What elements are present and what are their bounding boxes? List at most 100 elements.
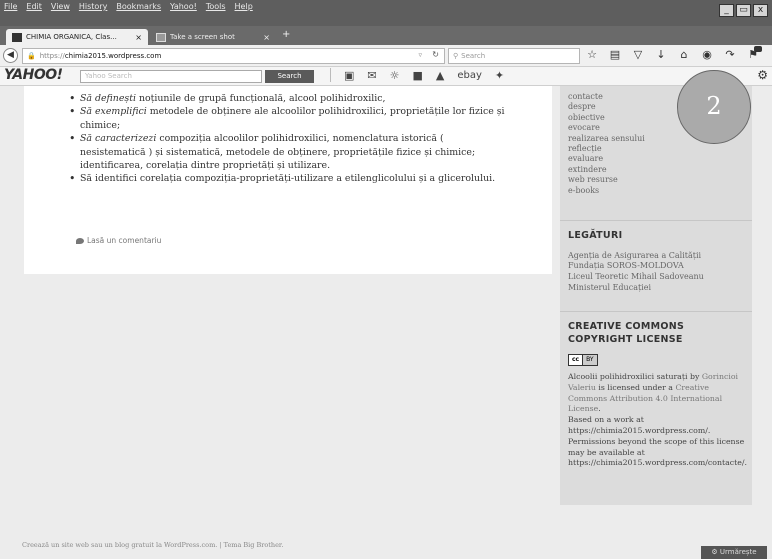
yahoo-logo[interactable]: YAHOO! [4,67,63,83]
download-icon[interactable]: ↓ [655,48,667,62]
cc-logo-icon: cc [569,355,584,365]
menu-help[interactable]: Help [235,2,253,11]
gear-icon[interactable]: ⚙ [757,68,768,82]
pocket-icon[interactable]: ▽ [632,48,644,62]
sidebar-link-web-resurse[interactable]: web resurse [568,175,748,185]
menu-file[interactable]: File [4,2,17,11]
links-list: Agenția de Asigurarea a Calității Fundaț… [568,251,748,294]
list-item: Să exemplifici metodele de obținere ale … [68,105,508,132]
back-arrow-icon: ◀ [7,50,14,60]
url-protocol: https:// [39,52,65,60]
slide-number-badge: 2 [677,70,751,144]
maximize-button[interactable]: ▭ [736,4,751,17]
leave-comment-link[interactable]: Lasă un comentariu [76,236,161,245]
puzzle-icon[interactable]: ✦ [495,69,504,82]
objective-verb: Să exemplifici [80,106,147,118]
follow-button[interactable]: ⚙ Urmărește [701,546,767,559]
tab-chimia-organica[interactable]: CHIMIA ORGANICA, Clas... × [6,29,148,45]
links-widget: LEGĂTURI Agenția de Asigurarea a Calităț… [568,230,748,294]
search-placeholder: Search [461,52,486,60]
license-widget-title: CREATIVE COMMONS COPYRIGHT LICENSE [568,321,685,345]
license-permissions: Permissions beyond the scope of this lic… [568,436,747,468]
objective-text: noțiunile de grupă funcțională, alcool p… [135,93,386,104]
finance-icon[interactable]: ▲ [436,69,444,82]
history-dropdown-icon[interactable]: ▿ [418,51,422,59]
url-host: chimia2015.wordpress.com [64,52,162,60]
minimize-button[interactable]: _ [719,4,734,17]
window-controls: _ ▭ x [719,4,768,17]
license-by-word: by [687,372,702,381]
menu-yahoo[interactable]: Yahoo! [170,2,197,11]
close-tab-icon[interactable]: × [135,33,142,42]
link-ministerul-educatiei[interactable]: Ministerul Educației [568,283,748,294]
navigation-bar: ◀ 🔒 https://chimia2015.wordpress.com ▿ ↻… [0,45,772,67]
license-widget: CREATIVE COMMONS COPYRIGHT LICENSE cc BY… [568,321,748,469]
sidebar-link-e-books[interactable]: e-books [568,186,748,196]
objective-text: Să identifici corelația compoziția-propr… [80,173,496,185]
link-fundatia-soros-moldova[interactable]: Fundația SOROS-MOLDOVA [568,261,748,272]
ebay-link[interactable]: ebay [457,70,482,81]
browser-search-input[interactable]: ⚲ Search [448,48,580,64]
close-tab-icon[interactable]: × [263,33,270,42]
mail-icon[interactable]: ✉ [367,69,376,82]
list-item: Să caracterizezi compoziția alcoolilor p… [68,132,508,172]
menu-bookmarks[interactable]: Bookmarks [116,2,161,11]
menu-tools[interactable]: Tools [206,2,226,11]
sidebar-link-extindere[interactable]: extindere [568,165,748,175]
menu-bar: File Edit View History Bookmarks Yahoo! … [0,0,772,26]
home-icon[interactable]: ⌂ [678,48,690,62]
notifications-icon[interactable]: ⚑ [747,46,762,62]
yahoo-toolbar-icons: ▣ ✉ ☼ ■ ▲ ebay ✦ [330,68,504,82]
weather-icon[interactable]: ☼ [390,69,400,82]
star-icon[interactable]: ☆ [586,48,598,62]
tab-title: Take a screen shot [170,33,235,41]
menu-history[interactable]: History [79,2,107,11]
lock-icon: 🔒 [27,52,36,60]
page-favicon-icon [156,32,166,42]
list-item: Să identifici corelația compoziția-propr… [68,172,508,186]
menu-items: File Edit View History Bookmarks Yahoo! … [4,2,253,11]
follow-button-label: Urmărește [719,548,757,556]
license-period: . [598,404,601,414]
sidebar-link-evaluare[interactable]: evaluare [568,154,748,164]
footer-credit[interactable]: Creează un site web sau un blog gratuit … [22,541,283,549]
share-icon[interactable]: ↷ [724,48,736,62]
license-work-title: Alcoolii polihidroxilici saturați [568,372,688,381]
screen-icon[interactable]: ▣ [344,69,354,82]
search-engine-icon: ⚲ [453,52,459,60]
tab-bar: CHIMIA ORGANICA, Clas... × Take a screen… [0,26,772,45]
tab-take-a-screen-shot[interactable]: Take a screen shot × [150,29,276,45]
sidebar-link-reflectie[interactable]: reflecție [568,144,748,154]
comment-bubble-icon [76,238,84,244]
license-text: Alcoolii polihidroxilici saturați by Gor… [568,372,748,469]
sidebar-divider [560,311,752,312]
toolbar-divider [330,68,331,82]
objectives-list: Să definești noțiunile de grupă funcțion… [68,92,508,186]
reload-icon[interactable]: ↻ [432,50,439,59]
objective-verb: Să caracterizezi [80,133,157,145]
license-based-on: Based on a work at https://chimia2015.wo… [568,415,711,435]
facebook-icon[interactable]: ■ [413,69,423,82]
wordpress-favicon-icon [12,32,22,42]
gear-icon: ⚙ [711,548,718,556]
yahoo-toolbar: YAHOO! Yahoo Search Search ▣ ✉ ☼ ■ ▲ eba… [0,67,772,86]
new-tab-button[interactable]: + [282,29,290,40]
objective-verb: Să definești [80,93,136,104]
back-button[interactable]: ◀ [3,48,18,63]
menu-edit[interactable]: Edit [26,2,42,11]
menu-view[interactable]: View [51,2,70,11]
link-liceul-mihail-sadoveanu[interactable]: Liceul Teoretic Mihail Sadoveanu [568,272,748,283]
chat-icon[interactable]: ◉ [701,48,713,62]
license-is-licensed: is licensed under a [595,382,676,392]
url-bar[interactable]: 🔒 https://chimia2015.wordpress.com ▿ ↻ [22,48,445,64]
sidebar-divider [560,220,752,221]
cc-by-badge[interactable]: cc BY [568,354,598,366]
yahoo-search-button[interactable]: Search [265,70,314,83]
clipboard-icon[interactable]: ▤ [609,48,621,62]
link-agentia-asigurarea-calitatii[interactable]: Agenția de Asigurarea a Calității [568,251,748,262]
toolbar-icons: ☆ ▤ ▽ ↓ ⌂ ◉ ↷ ⚑ ≡ [586,46,772,62]
sidebar: contacte despre obiective evocare realiz… [560,86,752,505]
yahoo-search-input[interactable]: Yahoo Search [80,70,262,83]
close-window-button[interactable]: x [753,4,768,17]
list-item: Să definești noțiunile de grupă funcțion… [68,92,508,106]
